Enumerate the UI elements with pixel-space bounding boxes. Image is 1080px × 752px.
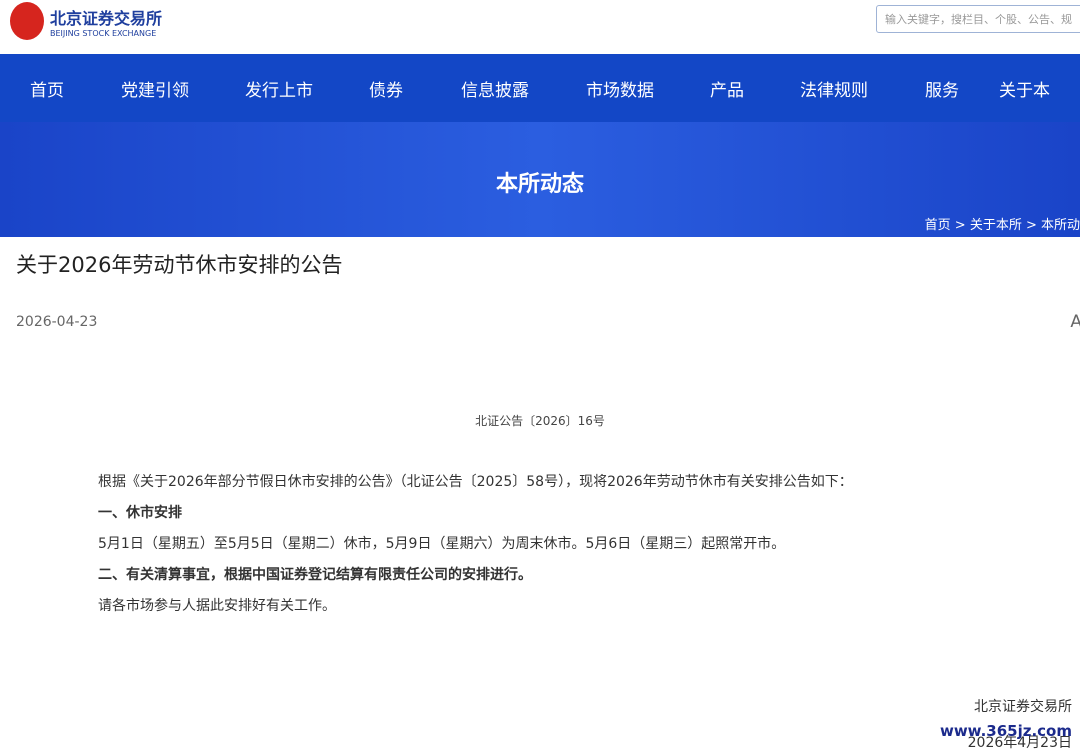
font-size-button[interactable]: A xyxy=(1070,312,1080,332)
banner-title: 本所动态 xyxy=(495,172,584,197)
paragraph: 5月1日（星期五）至5月5日（星期二）休市，5月9日（星期六）为周末休市。5月6… xyxy=(98,536,786,552)
banner: 本所动态 首页 > 关于本所 > 本所动 xyxy=(0,122,1080,237)
search-input[interactable]: 输入关键字，搜栏目、个股、公告、规 xyxy=(876,5,1080,33)
logo-mark xyxy=(10,2,44,40)
paragraph: 请各市场参与人据此安排好有关工作。 xyxy=(98,598,336,614)
article-title: 关于2026年劳动节休市安排的公告 xyxy=(16,253,343,277)
nav-item[interactable]: 市场数据 xyxy=(586,76,654,101)
nav-item[interactable]: 关于本 xyxy=(999,76,1050,101)
watermark: www.365jz.com xyxy=(939,722,1072,740)
nav-item[interactable]: 服务 xyxy=(925,76,959,101)
paragraph: 根据《关于2026年部分节假日休市安排的公告》（北证公告〔2025〕58号），现… xyxy=(98,474,853,490)
nav-item[interactable]: 党建引领 xyxy=(121,76,189,101)
article-date: 2026-04-23 xyxy=(16,314,98,330)
nav-item[interactable]: 发行上市 xyxy=(245,76,313,101)
document-number: 北证公告〔2026〕16号 xyxy=(475,414,605,428)
logo-cn: 北京证券交易所 xyxy=(50,8,163,28)
article-meta: 2026-04-23 A xyxy=(0,307,1080,337)
section-heading: 二、有关清算事宜，根据中国证券登记结算有限责任公司的安排进行。 xyxy=(98,567,532,583)
nav-item[interactable]: 信息披露 xyxy=(461,76,529,101)
nav-item[interactable]: 法律规则 xyxy=(800,76,868,101)
signer: 北京证券交易所 xyxy=(974,699,1072,715)
sign-date: 2026年4月23日 xyxy=(967,735,1072,751)
logo[interactable]: 北京证券交易所 BEIJING STOCK EXCHANGE xyxy=(10,2,162,40)
header: 北京证券交易所 BEIJING STOCK EXCHANGE 输入关键字，搜栏目… xyxy=(0,0,1080,54)
nav-item[interactable]: 首页 xyxy=(30,76,64,101)
main-nav: 首页 党建引领 发行上市 债券 信息披露 市场数据 产品 法律规则 服务 关于本 xyxy=(0,54,1080,122)
nav-item[interactable]: 债券 xyxy=(369,76,403,101)
section-heading: 一、休市安排 xyxy=(98,505,182,521)
nav-item[interactable]: 产品 xyxy=(710,76,744,101)
breadcrumb[interactable]: 首页 > 关于本所 > 本所动 xyxy=(925,214,1080,233)
logo-en: BEIJING STOCK EXCHANGE xyxy=(50,28,157,38)
